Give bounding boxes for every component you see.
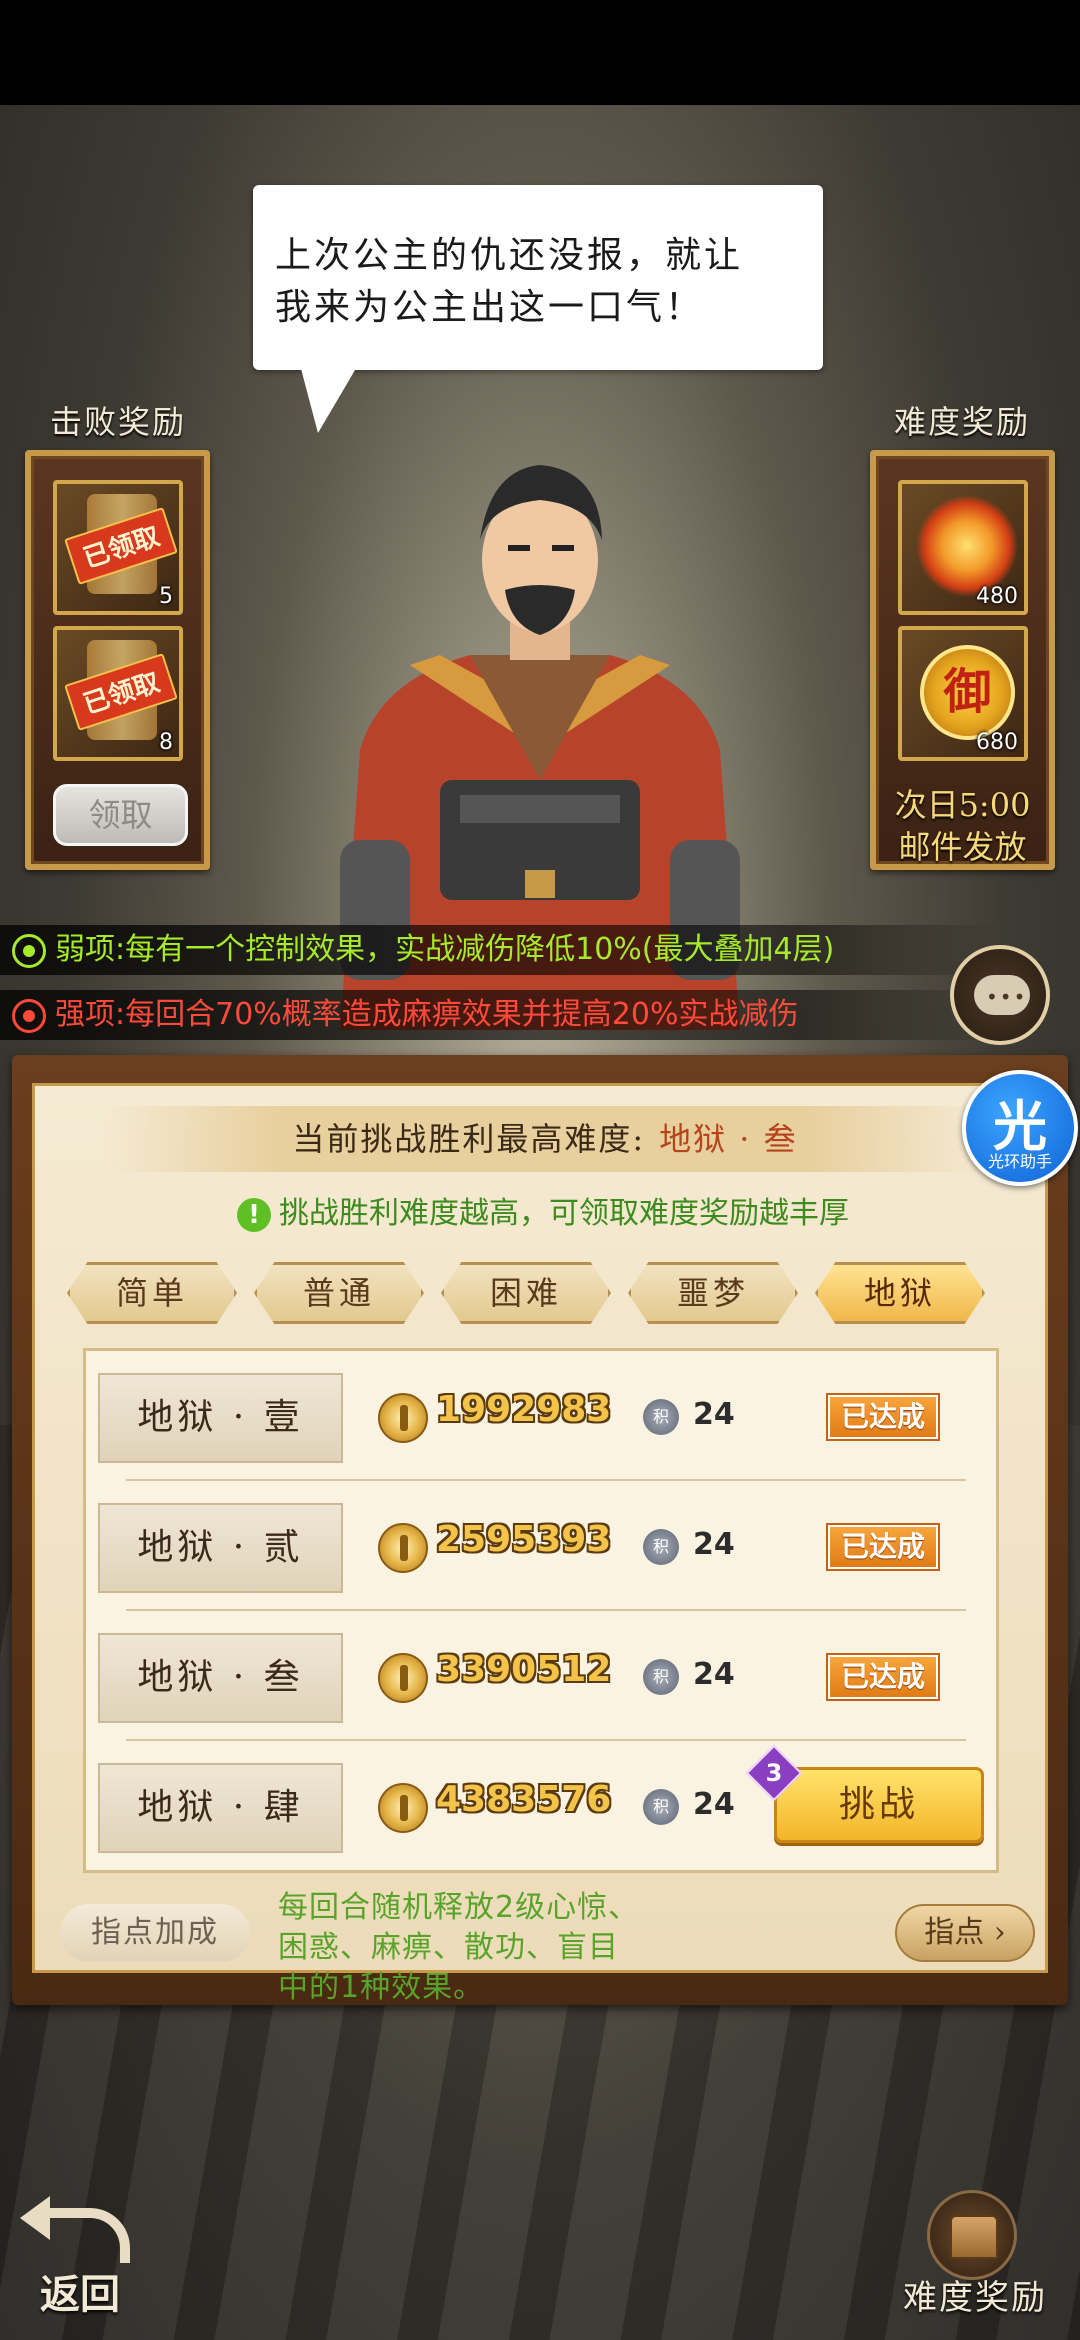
tab-normal[interactable]: 普通 [254,1262,424,1324]
level-row: 地狱 · 叁 3390512 积 24 已达成 [86,1611,996,1741]
current-difficulty-label: 当前挑战胜利最高难度: [292,1120,646,1158]
required-power: 4383576 [436,1779,612,1820]
info-icon: ! [237,1197,271,1232]
tab-nightmare[interactable]: 噩梦 [628,1262,798,1324]
chat-button[interactable]: ••• [950,945,1050,1045]
weakness-text: 弱项:每有一个控制效果，实战减伤降低10%(最大叠加4层) [55,932,835,967]
defeat-reward-slot-1[interactable]: 已领取 5 [53,480,183,615]
level-name: 地狱 · 肆 [98,1763,343,1853]
back-button[interactable]: 返回 [20,2196,148,2318]
points-icon: 积 [643,1529,679,1565]
strength-text: 强项:每回合70%概率造成麻痹效果并提高20%实战减伤 [55,997,799,1032]
slot-count: 8 [159,730,173,755]
imperial-token-icon: 御 [920,645,1015,740]
achieved-tag: 已达成 [826,1523,940,1571]
flame-flower-icon [917,496,1017,596]
level-name: 地狱 · 叁 [98,1633,343,1723]
level-row: 地狱 · 壹 1992983 积 24 已达成 [86,1351,996,1481]
difficulty-hint: ! 挑战胜利难度越高，可领取难度奖励越丰厚 [35,1188,1051,1232]
level-row: 地狱 · 肆 4383576 积 24 挑战 3 [86,1741,996,1871]
difficulty-tabs: 简单 普通 困难 噩梦 地狱 [67,1262,1027,1324]
back-arrow-icon [20,2196,130,2263]
next-day-time: 次日5:00 [894,786,1031,824]
tab-hard[interactable]: 困难 [441,1262,611,1324]
level-list: 地狱 · 壹 1992983 积 24 已达成 地狱 · 贰 2595393 积… [83,1348,999,1873]
current-difficulty-banner: 当前挑战胜利最高难度: 地狱 · 叁 [105,1106,985,1172]
difficulty-reward-slot-2[interactable]: 御 680 [898,626,1028,761]
points-icon: 积 [643,1399,679,1435]
difficulty-reward-panel: 480 御 680 次日5:00 邮件发放 [870,450,1055,870]
guide-bonus-description: 每回合随机释放2级心惊、困惑、麻痹、散功、盲目中的1种效果。 [278,1890,640,2005]
speech-line-1: 上次公主的仇还没报，就让 [275,235,744,276]
points-icon: 积 [643,1789,679,1825]
slot-count: 680 [976,730,1018,755]
level-name: 地狱 · 贰 [98,1503,343,1593]
chest-icon [927,2190,1017,2280]
points-value: 24 [693,1527,735,1562]
power-coin-icon [378,1653,428,1703]
required-power: 2595393 [436,1519,612,1560]
defeat-reward-slot-2[interactable]: 已领取 8 [53,626,183,761]
power-coin-icon [378,1523,428,1573]
tab-easy[interactable]: 简单 [67,1262,237,1324]
mail-delivery-text: 邮件发放 [898,828,1027,866]
weakness-line: 弱项:每有一个控制效果，实战减伤降低10%(最大叠加4层) [0,925,1000,975]
current-difficulty-value: 地狱 · 叁 [659,1120,798,1158]
defeat-reward-panel: 已领取 5 已领取 8 领取 [25,450,210,870]
points-value: 24 [693,1397,735,1432]
mail-delivery-note: 次日5:00 邮件发放 [876,784,1049,868]
challenge-panel-inner: 当前挑战胜利最高难度: 地狱 · 叁 ! 挑战胜利难度越高，可领取难度奖励越丰厚 简… [32,1083,1051,2005]
back-label: 返回 [40,2271,120,2318]
speech-bubble-tail [300,365,358,433]
challenge-panel: 当前挑战胜利最高难度: 地狱 · 叁 ! 挑战胜利难度越高，可领取难度奖励越丰厚 简… [12,1055,1068,2005]
difficulty-hint-text: 挑战胜利难度越高，可领取难度奖励越丰厚 [279,1196,849,1231]
required-power: 3390512 [436,1649,612,1690]
strong-target-icon [12,999,46,1033]
claim-button[interactable]: 领取 [53,784,188,846]
attempts-count: 3 [765,1759,783,1787]
speech-bubble: 上次公主的仇还没报，就让 我来为公主出这一口气！ [253,185,823,370]
level-name: 地狱 · 壹 [98,1373,343,1463]
difficulty-reward-button[interactable]: 难度奖励 [885,2190,1065,2320]
slot-count: 5 [159,584,173,609]
challenge-button[interactable]: 挑战 [774,1767,984,1843]
points-value: 24 [693,1787,735,1822]
points-icon: 积 [643,1659,679,1695]
difficulty-reward-label: 难度奖励 [903,2278,1047,2318]
speech-line-2: 我来为公主出这一口气！ [275,287,705,328]
guide-bonus-label: 指点加成 [60,1904,250,1962]
status-bar [0,0,1080,105]
tab-hell[interactable]: 地狱 [815,1262,985,1324]
guide-button[interactable]: 指点 › [895,1904,1035,1962]
assistant-label: 光环助手 [987,1152,1052,1171]
slot-count: 480 [976,584,1018,609]
achieved-tag: 已达成 [826,1653,940,1701]
achieved-tag: 已达成 [826,1393,940,1441]
power-coin-icon [378,1783,428,1833]
assistant-float-button[interactable]: 光 光环助手 [962,1070,1078,1186]
points-value: 24 [693,1657,735,1692]
chat-dots: ••• [986,985,1028,1009]
difficulty-reward-slot-1[interactable]: 480 [898,480,1028,615]
weak-target-icon [12,934,46,968]
defeat-reward-title: 击败奖励 [49,403,186,441]
guide-strip: 指点加成 每回合随机释放2级心惊、困惑、麻痹、散功、盲目中的1种效果。 指点 › [35,1886,1045,2005]
power-coin-icon [378,1393,428,1443]
strength-line: 强项:每回合70%概率造成麻痹效果并提高20%实战减伤 [0,990,1000,1040]
level-row: 地狱 · 贰 2595393 积 24 已达成 [86,1481,996,1611]
difficulty-reward-title: 难度奖励 [893,403,1030,441]
required-power: 1992983 [436,1389,612,1430]
